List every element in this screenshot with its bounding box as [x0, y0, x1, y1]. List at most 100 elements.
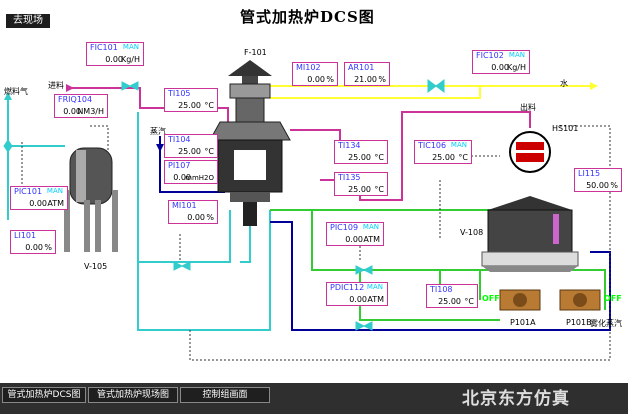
pump-p101b — [559, 289, 601, 311]
pump-b-label: P101B — [566, 318, 592, 327]
tag-name: MI102 — [296, 63, 321, 72]
tag-mode: MAN — [450, 141, 467, 149]
tag-fic102[interactable]: FIC102 MAN 0.00 Kg/H — [472, 50, 530, 74]
pump-b-status: OFF — [604, 294, 622, 303]
tag-pi107[interactable]: PI107 0.00 mmH2O — [164, 160, 218, 184]
tag-unit: % — [44, 243, 52, 252]
tag-value: 0.00 — [349, 295, 367, 304]
tag-name: LI101 — [14, 231, 37, 240]
tag-unit: °C — [464, 297, 474, 306]
tag-mode: MAN — [46, 187, 63, 195]
brand-logo: 北京东方仿真 — [462, 389, 570, 409]
tag-pic101[interactable]: PIC101 MAN 0.00 ATM — [10, 186, 68, 210]
tag-name: LI115 — [578, 169, 601, 178]
tag-unit: NM3/H — [77, 107, 104, 116]
tag-mode: MAN — [362, 223, 379, 231]
tag-unit: % — [206, 213, 214, 222]
tag-value: 0.00 — [25, 243, 43, 252]
tag-ti104[interactable]: TI104 25.00 °C — [164, 134, 218, 158]
heat-exchanger-hs101 — [509, 131, 551, 173]
tag-ti135[interactable]: TI135 25.00 °C — [334, 172, 388, 196]
heat-exchanger-label: HS101 — [552, 124, 579, 133]
tag-li115[interactable]: LI115 50.00 % — [574, 168, 622, 192]
steam-arrow — [156, 144, 164, 152]
tag-value: 50.00 — [586, 181, 609, 190]
tag-ti134[interactable]: TI134 25.00 °C — [334, 140, 388, 164]
feed-in-label: 进料 — [48, 81, 64, 90]
tag-tic106[interactable]: TIC106 MAN 25.00 °C — [414, 140, 472, 164]
tag-value: 25.00 — [432, 153, 455, 162]
tag-value: 0.00 — [307, 75, 325, 84]
discharge-label: 出料 — [520, 103, 536, 112]
tag-ti108[interactable]: TI108 25.00 °C — [426, 284, 478, 308]
tag-frq104[interactable]: FRIQ104 0.00 NM3/H — [54, 94, 108, 118]
pump-a-label: P101A — [510, 318, 536, 327]
tag-name: FRIQ104 — [58, 95, 93, 104]
tag-name: TI135 — [338, 173, 361, 182]
tag-value: 25.00 — [348, 185, 371, 194]
tag-unit: Kg/H — [120, 55, 140, 64]
tag-name: AR101 — [348, 63, 375, 72]
tag-li101[interactable]: LI101 0.00 % — [10, 230, 56, 254]
tag-name: PIC109 — [330, 223, 359, 232]
tag-unit: °C — [374, 185, 384, 194]
go-to-site-button[interactable]: 去现场 — [6, 14, 50, 28]
tag-unit: Kg/H — [506, 63, 526, 72]
tag-name: PIC101 — [14, 187, 43, 196]
tag-ti105[interactable]: TI105 25.00 °C — [164, 88, 218, 112]
tag-value: 25.00 — [178, 147, 201, 156]
pump-a-status: OFF — [482, 294, 500, 303]
tag-unit: ATM — [363, 235, 380, 244]
tag-pdic112[interactable]: PDIC112 MAN 0.00 ATM — [326, 282, 388, 306]
tag-value: 25.00 — [178, 101, 201, 110]
vessel-v105 — [64, 147, 118, 252]
tag-mi101[interactable]: MI101 0.00 % — [168, 200, 218, 224]
tag-unit: ATM — [367, 295, 384, 304]
tag-name: PI107 — [168, 161, 191, 170]
tag-name: PDIC112 — [330, 283, 365, 292]
water-label: 水 — [560, 79, 568, 88]
tag-value: 0.00 — [187, 213, 205, 222]
feed-arrow — [66, 84, 74, 92]
tag-value: 0.00 — [29, 199, 47, 208]
tag-name: TI105 — [168, 89, 191, 98]
vessel-v108 — [481, 196, 579, 272]
tag-unit: % — [378, 75, 386, 84]
page-title: 管式加热炉DCS图 — [240, 8, 375, 26]
tag-fic101-top[interactable]: FIC101 MAN 0.00 Kg/H — [86, 42, 144, 66]
tag-unit: °C — [374, 153, 384, 162]
tag-name: MI101 — [172, 201, 197, 210]
tag-mode: MAN — [508, 51, 525, 59]
tag-unit: °C — [458, 153, 468, 162]
vessel-v105-label: V-105 — [84, 262, 108, 271]
tag-mode: MAN — [366, 283, 383, 291]
tag-name: FIC101 — [90, 43, 118, 52]
water-arrow — [590, 82, 598, 90]
furnace-label: F-101 — [244, 48, 267, 57]
tag-unit: % — [326, 75, 334, 84]
tag-pic109[interactable]: PIC109 MAN 0.00 ATM — [326, 222, 384, 246]
tag-value: 25.00 — [348, 153, 371, 162]
tag-name: FIC102 — [476, 51, 504, 60]
tag-unit: mmH2O — [185, 174, 214, 182]
tag-name: TI134 — [338, 141, 361, 150]
tag-value: 25.00 — [438, 297, 461, 306]
tag-name: TI108 — [430, 285, 453, 294]
tag-mi102[interactable]: MI102 0.00 % — [292, 62, 338, 86]
furnace-f101 — [209, 60, 291, 226]
tag-unit: °C — [204, 101, 214, 110]
fuel-gas-label: 燃料气 — [4, 87, 28, 96]
atomizing-steam-label: 雾化蒸汽 — [590, 319, 622, 328]
tab-control-group[interactable]: 控制组画面 — [180, 387, 270, 403]
tab-site-view[interactable]: 管式加热炉现场图 — [88, 387, 178, 403]
tag-unit: °C — [204, 147, 214, 156]
pump-p101a — [499, 289, 541, 311]
tag-value: 21.00 — [354, 75, 377, 84]
tag-ar101[interactable]: AR101 21.00 % — [344, 62, 390, 86]
tag-value: 0.00 — [345, 235, 363, 244]
tag-name: TI104 — [168, 135, 191, 144]
tag-unit: % — [610, 181, 618, 190]
tag-name: TIC106 — [418, 141, 447, 150]
tag-unit: ATM — [47, 199, 64, 208]
tab-dcs-view[interactable]: 管式加热炉DCS图 — [2, 387, 86, 403]
